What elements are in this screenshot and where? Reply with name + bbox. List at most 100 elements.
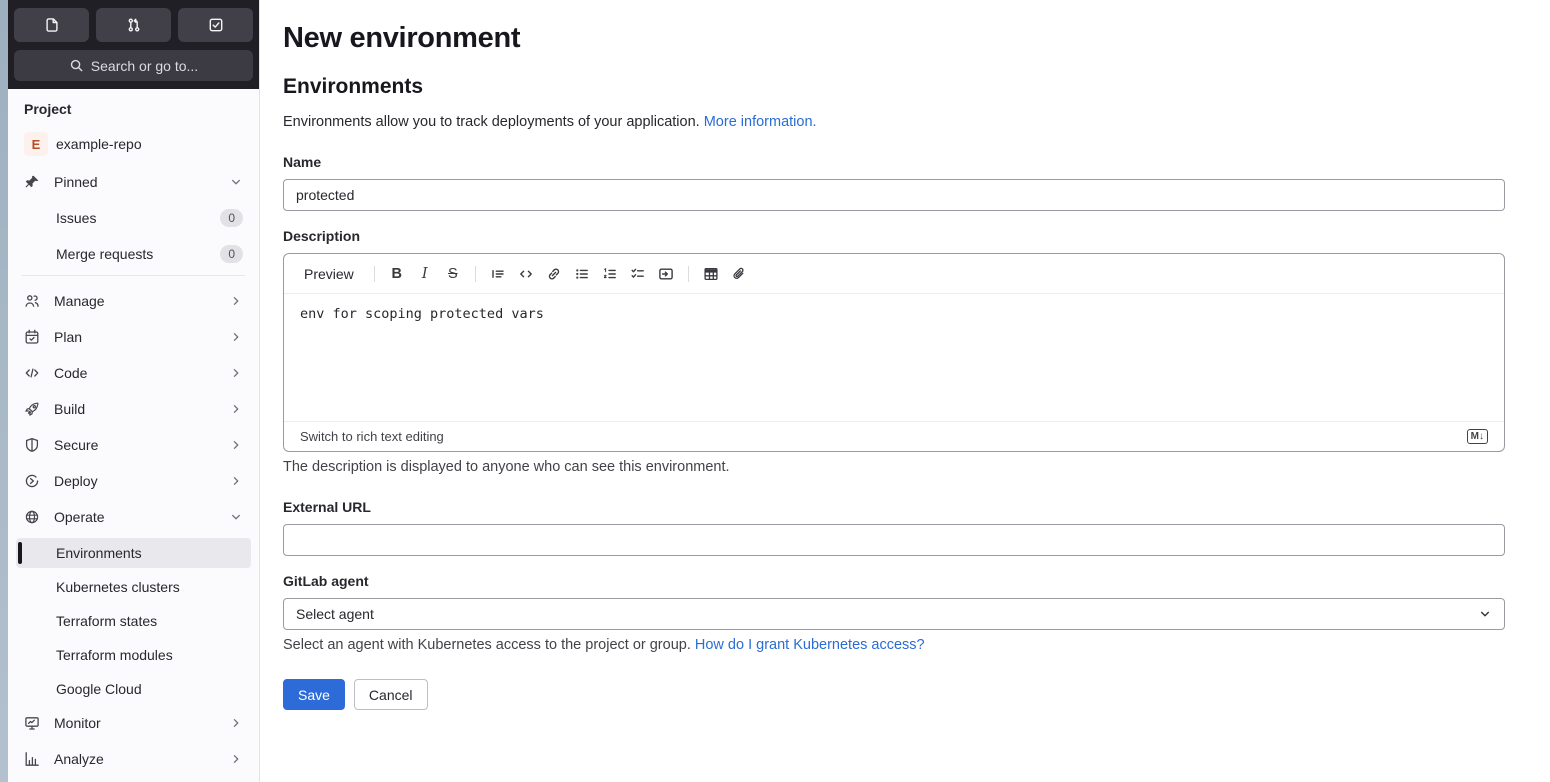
code-icon [519, 270, 532, 277]
sidebar-item-terraform-modules[interactable]: Terraform modules [16, 640, 251, 670]
chevron-right-icon [229, 474, 243, 488]
kubernetes-access-link[interactable]: How do I grant Kubernetes access? [695, 637, 925, 653]
quote-button[interactable] [484, 261, 512, 287]
attach-file-button[interactable] [725, 261, 753, 287]
preview-tab[interactable]: Preview [298, 262, 360, 286]
toolbar-separator [373, 265, 375, 282]
sidebar-item-manage[interactable]: Manage [16, 286, 251, 316]
sidebar-divider [22, 275, 245, 276]
chevron-right-icon [229, 366, 243, 380]
insert-link-button[interactable] [540, 261, 568, 287]
external-url-label: External URL [283, 499, 371, 515]
more-information-link[interactable]: More information. [704, 114, 817, 130]
chevron-right-icon [229, 438, 243, 452]
intro-text: Environments allow you to track deployme… [283, 114, 817, 130]
strikethrough-button[interactable]: S [439, 261, 467, 287]
sidebar-item-issues[interactable]: Issues 0 [16, 203, 251, 233]
sidebar-header: Search or go to... [8, 0, 259, 89]
sidebar-item-kubernetes-clusters[interactable]: Kubernetes clusters [16, 572, 251, 602]
chevron-right-icon [229, 294, 243, 308]
project-switcher[interactable]: E example-repo [16, 127, 251, 161]
chevron-right-icon [229, 716, 243, 730]
sidebar-item-environments[interactable]: Environments [16, 538, 251, 568]
quote-icon [492, 269, 504, 278]
external-url-input[interactable] [283, 524, 1505, 556]
chevron-down-icon [229, 175, 243, 189]
operate-icon [24, 509, 40, 525]
agent-help-text: Select an agent with Kubernetes access t… [283, 637, 925, 653]
sidebar-item-monitor[interactable]: Monitor [16, 708, 251, 738]
collapsible-section-button[interactable] [652, 261, 680, 287]
sidebar-item-code[interactable]: Code [16, 358, 251, 388]
page-title: New environment [283, 22, 521, 54]
sidebar-item-build[interactable]: Build [16, 394, 251, 424]
editor-toolbar: Preview B I S [284, 254, 1504, 294]
numbered-list-button[interactable] [596, 261, 624, 287]
sidebar-item-pinned[interactable]: Pinned [16, 167, 251, 197]
shortcut-buttons [14, 8, 253, 42]
merge-request-icon [128, 18, 139, 32]
chevron-right-icon [229, 330, 243, 344]
insert-table-button[interactable] [697, 261, 725, 287]
external-url-field-group: External URL [283, 499, 1505, 556]
bullet-list-button[interactable] [568, 261, 596, 287]
form-actions: Save Cancel [283, 679, 1505, 710]
calendar-icon [24, 329, 40, 345]
todo-list-shortcut-button[interactable] [178, 8, 253, 42]
markdown-supported-icon: M↓ [1466, 429, 1488, 444]
chevron-right-icon [229, 752, 243, 766]
chevron-right-icon [229, 402, 243, 416]
paperclip-icon [733, 267, 744, 279]
name-input[interactable] [283, 179, 1505, 211]
task-list-button[interactable] [624, 261, 652, 287]
sidebar-item-google-cloud[interactable]: Google Cloud [16, 674, 251, 704]
name-label: Name [283, 154, 322, 170]
cancel-button[interactable]: Cancel [353, 679, 428, 710]
description-label: Description [283, 228, 361, 244]
section-title: Environments [283, 75, 424, 98]
table-icon [704, 267, 718, 280]
name-field-group: Name [283, 154, 1505, 211]
switch-to-rich-text-button[interactable]: Switch to rich text editing [300, 429, 444, 444]
rocket-icon [24, 401, 40, 417]
bullet-list-icon [575, 268, 588, 279]
gitlab-agent-label: GitLab agent [283, 573, 369, 589]
editor-footer: Switch to rich text editing M↓ [284, 421, 1504, 451]
description-field-group: Description Preview B I S env for scopin… [283, 228, 1505, 475]
project-name: example-repo [56, 136, 142, 152]
issues-shortcut-button[interactable] [14, 8, 89, 42]
task-list-icon [631, 268, 644, 278]
project-section-label: Project [24, 101, 72, 117]
window-edge [0, 0, 8, 782]
todo-list-icon [209, 18, 222, 32]
sidebar-item-plan[interactable]: Plan [16, 322, 251, 352]
users-icon [24, 293, 40, 309]
sidebar-item-analyze[interactable]: Analyze [16, 744, 251, 774]
issues-count-badge: 0 [220, 209, 243, 227]
agent-select[interactable]: Select agent [283, 598, 1505, 630]
deploy-icon [24, 473, 40, 489]
sidebar-item-secure[interactable]: Secure [16, 430, 251, 460]
issues-icon [45, 18, 58, 32]
chevron-down-icon [1478, 607, 1492, 621]
bold-button[interactable]: B [383, 261, 411, 287]
chevron-down-icon [229, 510, 243, 524]
insert-code-button[interactable] [512, 261, 540, 287]
sidebar-item-merge-requests[interactable]: Merge requests 0 [16, 239, 251, 269]
search-input[interactable]: Search or go to... [14, 50, 253, 81]
gitlab-app: Search or go to... Project E example-rep… [0, 0, 1550, 782]
sidebar-item-terraform-states[interactable]: Terraform states [16, 606, 251, 636]
sidebar-item-deploy[interactable]: Deploy [16, 466, 251, 496]
pinned-label: Pinned [54, 174, 98, 190]
save-button[interactable]: Save [283, 679, 345, 710]
description-textarea[interactable]: env for scoping protected vars [284, 294, 1504, 421]
sidebar-item-operate[interactable]: Operate [16, 502, 251, 532]
agent-field-group: GitLab agent Select agent Select an agen… [283, 573, 1505, 653]
agent-select-value: Select agent [296, 606, 374, 622]
merge-requests-shortcut-button[interactable] [96, 8, 171, 42]
sidebar: Search or go to... Project E example-rep… [8, 0, 260, 782]
pin-icon [24, 174, 40, 190]
italic-button[interactable]: I [411, 261, 439, 287]
markdown-editor: Preview B I S env for scoping protected … [283, 253, 1505, 452]
monitor-icon [24, 715, 40, 731]
